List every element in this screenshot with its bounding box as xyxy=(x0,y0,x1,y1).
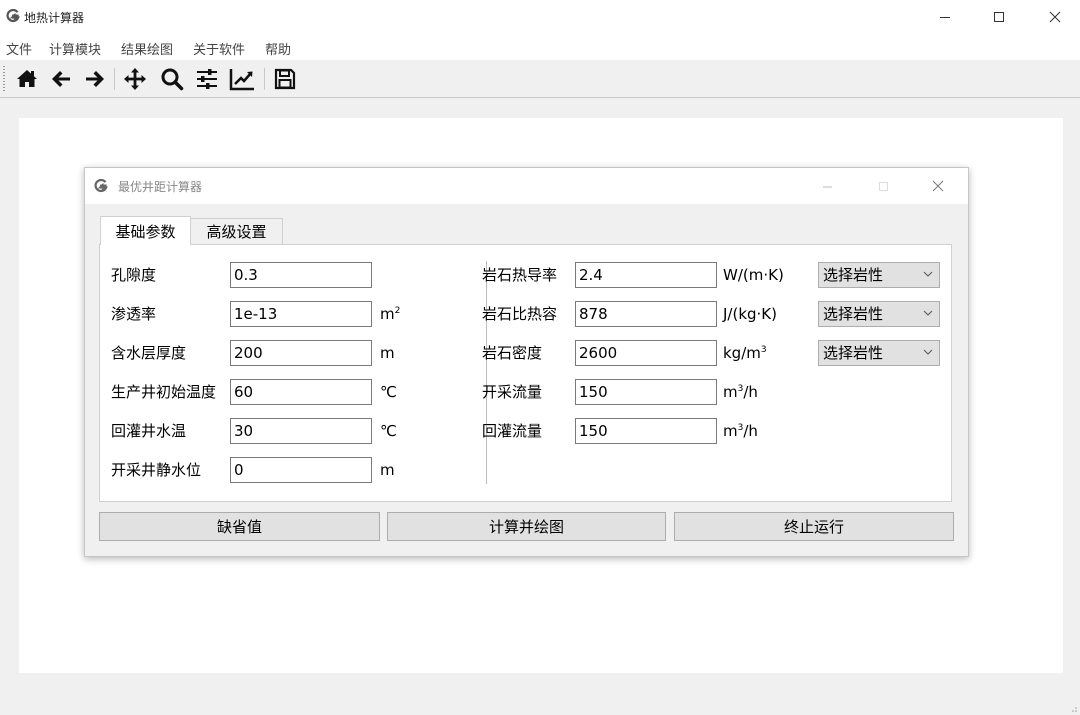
rock-density-label: 岩石密度 xyxy=(482,344,543,362)
forward-button[interactable] xyxy=(82,66,108,92)
toolbar-grip[interactable] xyxy=(3,66,5,91)
home-icon xyxy=(17,70,37,87)
configure-subplots-button[interactable] xyxy=(194,66,220,92)
edit-axes-button[interactable] xyxy=(229,66,255,92)
save-icon xyxy=(274,68,296,90)
toolbar-separator xyxy=(264,68,265,90)
rock-type-select-specific-heat[interactable]: 选择岩性 xyxy=(818,301,940,327)
maximize-icon xyxy=(994,12,1004,22)
dialog-minimize-button[interactable] xyxy=(814,176,840,196)
axes-edit-icon xyxy=(229,69,254,91)
static-water-level-unit: m xyxy=(380,461,395,479)
porosity-input[interactable] xyxy=(230,262,372,288)
rock-specific-heat-label: 岩石比热容 xyxy=(482,305,558,323)
zoom-icon xyxy=(161,68,184,91)
dialog-title: 最优井距计算器 xyxy=(118,180,203,194)
menu-help[interactable]: 帮助 xyxy=(265,39,291,58)
calculate-and-plot-button[interactable]: 计算并绘图 xyxy=(387,512,666,541)
menu-compute-module[interactable]: 计算模块 xyxy=(49,39,101,58)
close-icon xyxy=(932,180,944,192)
basic-params-panel: 孔隙度 渗透率 m2 含水层厚度 m 生产井初始温度 ℃ 回灌井水温 ℃ 开采井… xyxy=(99,244,952,502)
minimize-icon xyxy=(940,17,950,18)
chevron-down-icon xyxy=(923,349,933,355)
close-button[interactable] xyxy=(1040,6,1070,28)
chevron-down-icon xyxy=(923,271,933,277)
maximize-button[interactable] xyxy=(984,6,1014,28)
tab-basic-params[interactable]: 基础参数 xyxy=(100,216,191,245)
toolbar-separator xyxy=(114,68,115,90)
app-logo-icon xyxy=(6,9,20,23)
dialog-close-button[interactable] xyxy=(925,176,951,196)
minimize-button[interactable] xyxy=(930,6,960,28)
pan-icon xyxy=(124,68,146,90)
aquifer-thickness-input[interactable] xyxy=(230,340,372,366)
pan-button[interactable] xyxy=(122,66,148,92)
app-logo-icon xyxy=(94,179,108,193)
optimal-well-spacing-dialog: 最优井距计算器 基础参数 高级设置 孔隙度 渗透率 m2 含水层厚度 m 生产井… xyxy=(84,167,969,557)
dialog-titlebar: 最优井距计算器 xyxy=(85,168,968,204)
reinjection-flow-label: 回灌流量 xyxy=(482,422,543,440)
back-button[interactable] xyxy=(48,66,74,92)
menu-result-plot[interactable]: 结果绘图 xyxy=(121,39,173,58)
reinjection-water-temp-input[interactable] xyxy=(230,418,372,444)
rock-type-select-density[interactable]: 选择岩性 xyxy=(818,340,940,366)
menu-file[interactable]: 文件 xyxy=(6,39,32,58)
reinjection-flow-input[interactable] xyxy=(575,418,717,444)
rock-density-input[interactable] xyxy=(575,340,717,366)
stop-button[interactable]: 终止运行 xyxy=(674,512,954,541)
aquifer-thickness-label: 含水层厚度 xyxy=(111,344,187,362)
zoom-button[interactable] xyxy=(159,66,185,92)
permeability-unit: m2 xyxy=(380,305,401,323)
production-initial-temp-input[interactable] xyxy=(230,379,372,405)
window-titlebar: 地热计算器 xyxy=(0,0,1080,36)
reinjection-water-temp-label: 回灌井水温 xyxy=(111,422,187,440)
rock-density-unit: kg/m3 xyxy=(723,344,767,362)
rock-type-select-value: 选择岩性 xyxy=(823,266,884,284)
menu-about[interactable]: 关于软件 xyxy=(193,39,245,58)
rock-type-select-value: 选择岩性 xyxy=(823,305,884,323)
aquifer-thickness-unit: m xyxy=(380,344,395,362)
plot-toolbar xyxy=(0,60,1080,98)
reinjection-water-temp-unit: ℃ xyxy=(380,422,397,440)
rock-thermal-conductivity-label: 岩石热导率 xyxy=(482,266,558,284)
home-button[interactable] xyxy=(14,66,40,92)
rock-thermal-conductivity-unit: W/(m·K) xyxy=(723,266,784,284)
dialog-maximize-button[interactable] xyxy=(870,176,896,196)
window-title: 地热计算器 xyxy=(24,11,85,25)
minimize-icon xyxy=(822,186,832,187)
column-divider xyxy=(486,261,487,484)
menu-bar: 文件 计算模块 结果绘图 关于软件 帮助 xyxy=(0,36,1080,60)
reinjection-flow-unit: m3/h xyxy=(723,422,758,440)
save-button[interactable] xyxy=(272,66,298,92)
forward-arrow-icon xyxy=(86,71,104,87)
rock-thermal-conductivity-input[interactable] xyxy=(575,262,717,288)
production-flow-label: 开采流量 xyxy=(482,383,543,401)
close-icon xyxy=(1049,11,1061,23)
back-arrow-icon xyxy=(52,71,70,87)
rock-specific-heat-input[interactable] xyxy=(575,301,717,327)
rock-specific-heat-unit: J/(kg·K) xyxy=(723,305,777,323)
static-water-level-input[interactable] xyxy=(230,457,372,483)
rock-type-select-conductivity[interactable]: 选择岩性 xyxy=(818,262,940,288)
production-initial-temp-unit: ℃ xyxy=(380,383,397,401)
production-initial-temp-label: 生产井初始温度 xyxy=(111,383,217,401)
chevron-down-icon xyxy=(923,310,933,316)
defaults-button[interactable]: 缺省值 xyxy=(99,512,380,541)
configure-subplots-icon xyxy=(197,69,217,89)
permeability-label: 渗透率 xyxy=(111,305,157,323)
production-flow-unit: m3/h xyxy=(723,383,758,401)
rock-type-select-value: 选择岩性 xyxy=(823,344,884,362)
permeability-input[interactable] xyxy=(230,301,372,327)
production-flow-input[interactable] xyxy=(575,379,717,405)
porosity-label: 孔隙度 xyxy=(111,266,157,284)
maximize-icon xyxy=(878,181,888,191)
tab-advanced-settings[interactable]: 高级设置 xyxy=(191,218,283,244)
resize-grip-icon[interactable] xyxy=(1068,703,1078,713)
static-water-level-label: 开采井静水位 xyxy=(111,461,202,479)
